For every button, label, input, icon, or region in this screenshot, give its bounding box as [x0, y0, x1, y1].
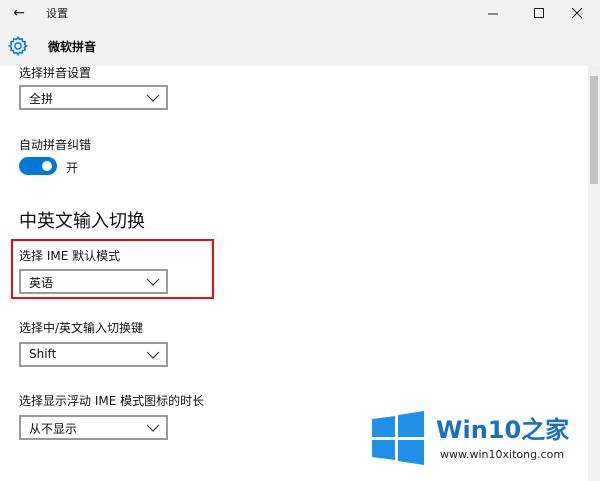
page-title: 微软拼音 [48, 40, 97, 54]
watermark-brand: Win10之家 [436, 410, 569, 445]
ime-default-mode-dropdown[interactable]: 英语 [19, 269, 168, 294]
section-title: 中英文输入切换 [19, 211, 145, 232]
gear-icon [7, 35, 28, 57]
title-bar: ← 设置 [0, 0, 600, 26]
close-button[interactable] [554, 0, 600, 26]
app-title: 设置 [46, 7, 68, 20]
watermark-brand-zh: 之家 [521, 416, 570, 444]
switch-key-value: Shift [29, 347, 57, 361]
float-icon-duration-dropdown[interactable]: 从不显示 [19, 415, 168, 440]
pinyin-setting-label: 选择拼音设置 [19, 66, 92, 80]
scrollbar-thumb[interactable] [590, 76, 598, 184]
float-icon-duration-label: 选择显示浮动 IME 模式图标的时长 [19, 394, 205, 408]
minimize-icon [487, 13, 498, 14]
ime-default-mode-label: 选择 IME 默认模式 [19, 249, 121, 263]
back-button[interactable]: ← [0, 0, 38, 26]
page-header: 微软拼音 [0, 26, 600, 66]
pinyin-setting-value: 全拼 [29, 92, 54, 106]
watermark-brand-en: Win10 [436, 416, 522, 444]
switch-key-dropdown[interactable]: Shift [19, 342, 168, 367]
autocorrect-label: 自动拼音纠错 [19, 138, 92, 152]
chevron-down-icon [146, 94, 160, 102]
watermark: Win10之家 www.win10xitong.com [370, 406, 592, 474]
minimize-button[interactable] [470, 0, 516, 26]
autocorrect-toggle[interactable] [19, 157, 57, 175]
switch-key-label: 选择中/英文输入切换键 [19, 321, 144, 335]
chevron-down-icon [146, 351, 160, 359]
chevron-down-icon [146, 424, 160, 432]
chevron-down-icon [146, 278, 160, 286]
float-icon-duration-value: 从不显示 [29, 422, 78, 436]
maximize-icon [533, 7, 544, 18]
watermark-url: www.win10xitong.com [440, 448, 565, 461]
toggle-knob [42, 161, 52, 171]
close-icon [571, 7, 582, 18]
ime-default-mode-value: 英语 [29, 276, 54, 290]
pinyin-setting-dropdown[interactable]: 全拼 [19, 85, 168, 110]
windows-logo-icon [372, 411, 424, 465]
autocorrect-state: 开 [66, 161, 79, 175]
